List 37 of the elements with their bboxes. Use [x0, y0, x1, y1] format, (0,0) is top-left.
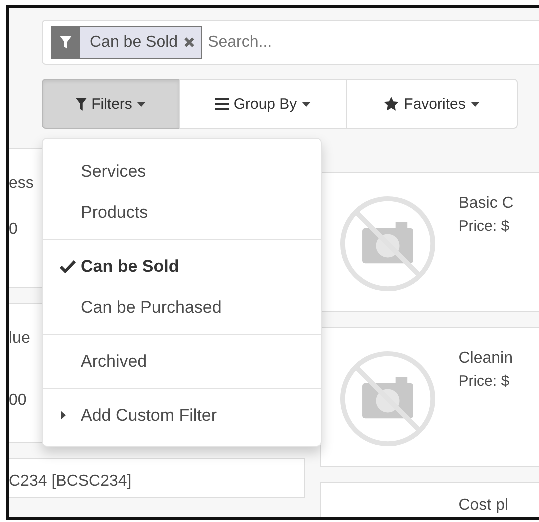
- search-field[interactable]: Can be Sold Search...: [42, 20, 539, 65]
- product-card[interactable]: Cleanin Price: $: [320, 327, 539, 467]
- product-price: Price: $: [458, 218, 511, 235]
- product-price: 0: [9, 221, 19, 239]
- product-price: Price: $: [458, 373, 511, 390]
- product-name: lue: [9, 330, 32, 348]
- checkmark-icon: [60, 260, 76, 273]
- product-name: Cleanin: [458, 350, 513, 368]
- caret-icon: [137, 102, 146, 106]
- product-name: Cost pl: [458, 497, 509, 515]
- add-custom-filter[interactable]: Add Custom Filter: [43, 395, 321, 436]
- caret-icon: [470, 102, 480, 106]
- product-card[interactable]: Cost pl: [320, 482, 539, 517]
- list-icon: [214, 98, 229, 110]
- no-image-icon: [338, 350, 437, 448]
- product-card[interactable]: Basic C Price: $: [320, 172, 539, 312]
- filter-option[interactable]: Can be Purchased: [43, 287, 321, 328]
- filter-option[interactable]: Services: [43, 151, 321, 192]
- search-input[interactable]: Search...: [206, 32, 510, 52]
- caret-icon: [61, 411, 66, 420]
- product-price: 00: [9, 392, 28, 410]
- product-name: ess: [9, 175, 35, 193]
- toolbar-button[interactable]: Group By: [179, 79, 347, 129]
- caret-icon: [302, 102, 312, 106]
- toolbar-button[interactable]: Favorites: [346, 79, 518, 129]
- product-card[interactable]: C234 [BCSC234]: [9, 458, 305, 498]
- star-icon: [384, 97, 400, 111]
- product-name: C234 [BCSC234]: [9, 473, 133, 491]
- filter-option[interactable]: Can be Sold: [43, 246, 321, 287]
- filter-icon: [76, 98, 87, 110]
- product-name: Basic C: [458, 195, 514, 213]
- toolbar-button[interactable]: Filters: [42, 79, 180, 129]
- no-image-icon: [338, 195, 437, 293]
- filter-option[interactable]: Products: [43, 192, 321, 233]
- filter-option[interactable]: Archived: [43, 341, 321, 382]
- facet-label: Can be Sold: [89, 34, 180, 52]
- filter-icon: [52, 27, 80, 58]
